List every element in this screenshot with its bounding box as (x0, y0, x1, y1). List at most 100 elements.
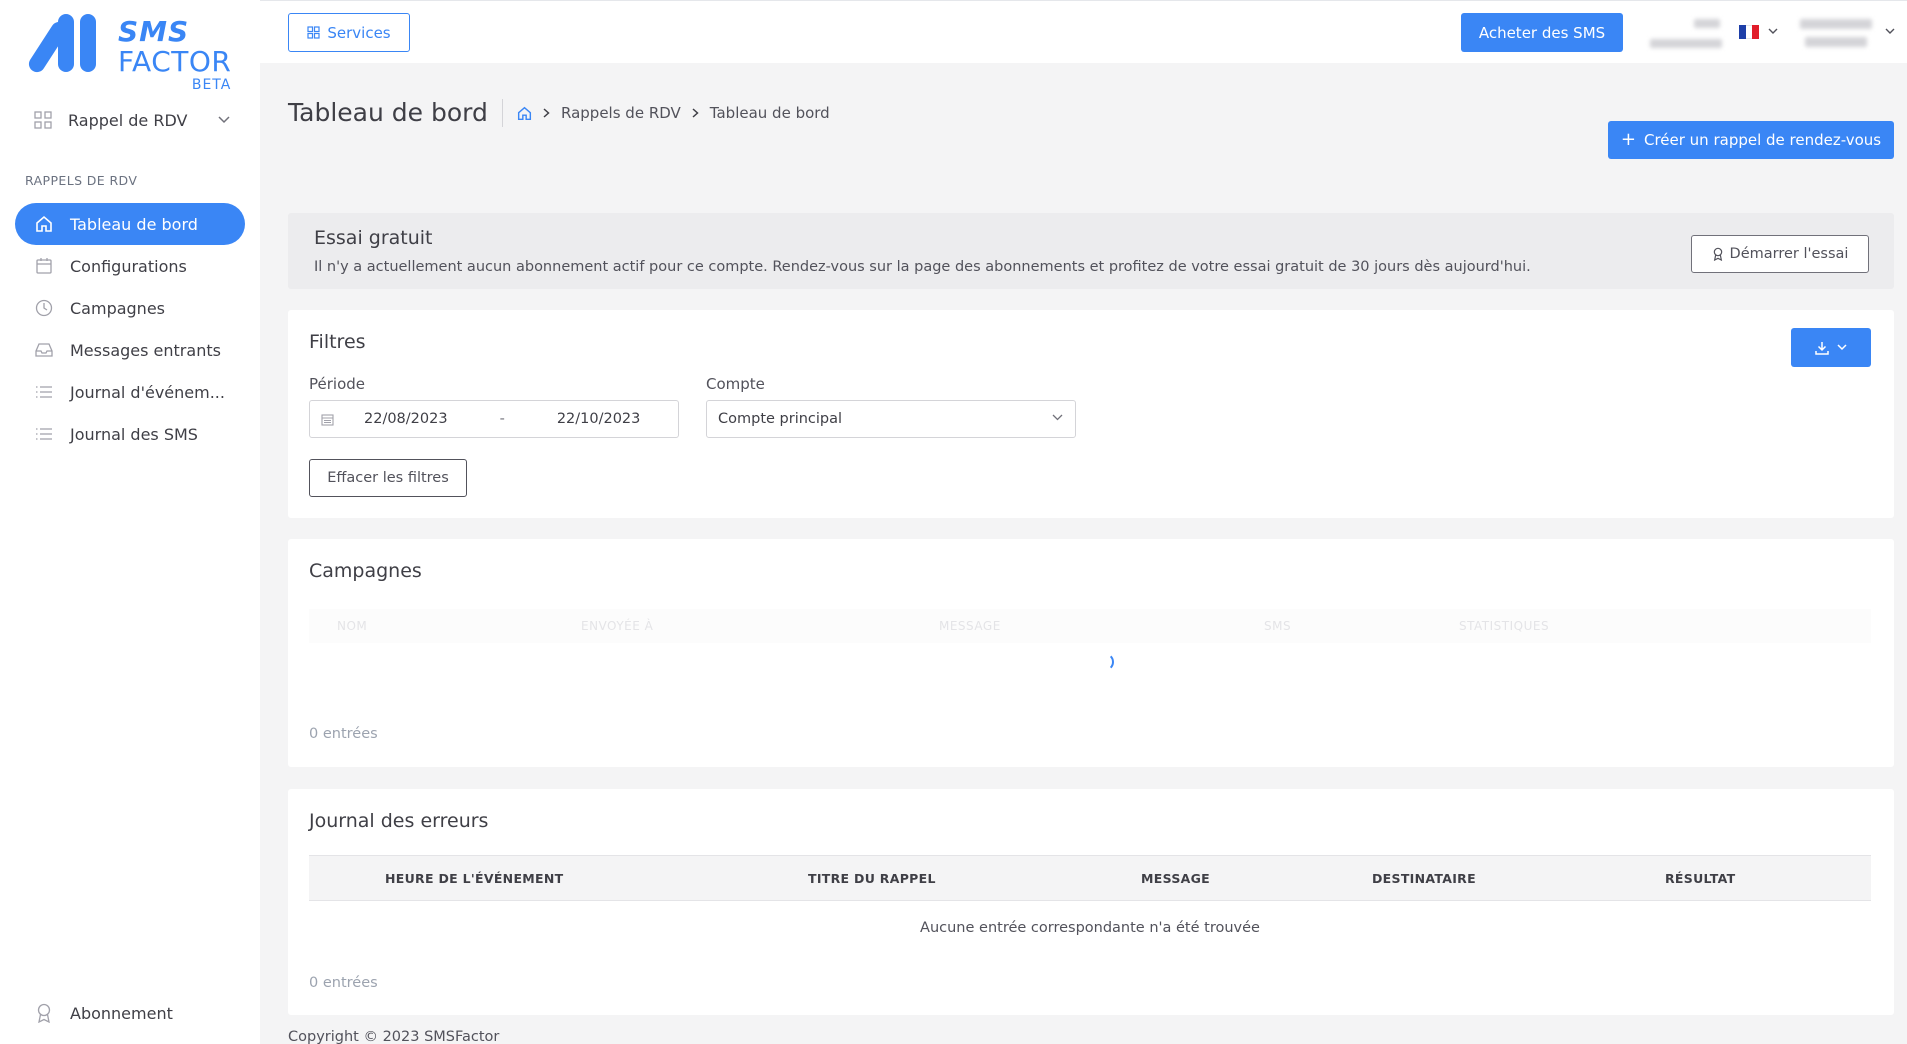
inbox-icon (34, 340, 54, 360)
free-trial-banner: Essai gratuit Il n'y a actuellement aucu… (288, 213, 1894, 289)
sidebar-item-label: Campagnes (70, 298, 165, 318)
campaigns-table-header: NOM ENVOYÉE À MESSAGE SMS STATISTIQUES (309, 609, 1871, 643)
logo-line-1: SMS (118, 15, 190, 48)
language-flag-icon[interactable] (1739, 25, 1760, 39)
breadcrumb-current: Tableau de bord (709, 104, 830, 122)
date-separator: - (499, 411, 505, 427)
header-divider (502, 99, 503, 127)
column-header-statistiques: STATISTIQUES (1459, 619, 1550, 633)
services-button[interactable]: Services (288, 13, 410, 52)
error-log-table-header: HEURE DE L'ÉVÉNEMENT TITRE DU RAPPEL MES… (309, 855, 1871, 901)
column-header-sms: SMS (1264, 619, 1292, 633)
logo-beta-tag: BETA (191, 77, 232, 93)
sidebar-nav: Tableau de bord Configurations Campagnes… (15, 203, 245, 455)
account-select-value: Compte principal (718, 411, 843, 427)
sidebar: SMS FACTOR BETA Rappel de RDV RAPPELS DE… (0, 0, 260, 1044)
sidebar-item-abonnement[interactable]: Abonnement (34, 998, 173, 1028)
list-icon (34, 382, 54, 402)
sidebar-section-title: RAPPELS DE RDV (25, 173, 138, 188)
chevron-right-icon (692, 108, 699, 118)
start-trial-label: Démarrer l'essai (1729, 246, 1849, 262)
clock-icon (34, 298, 54, 318)
sidebar-item-campagnes[interactable]: Campagnes (15, 287, 245, 329)
sidebar-item-label: Journal des SMS (70, 424, 198, 444)
copyright: Copyright © 2023 SMSFactor (288, 1029, 500, 1044)
award-icon (34, 1003, 54, 1023)
filters-card: Filtres Période 22/08/2023 - 22/10/2023 … (288, 310, 1894, 518)
module-selector-label: Rappel de RDV (68, 110, 188, 130)
home-icon (34, 214, 54, 234)
grid-icon (307, 26, 320, 39)
column-header-result[interactable]: RÉSULTAT (1665, 871, 1735, 886)
smsfactor-logo[interactable]: SMS FACTOR BETA (26, 12, 231, 92)
plus-icon: + (1620, 129, 1636, 150)
campaigns-entries-count: 0 entrées (309, 726, 378, 742)
sidebar-item-messages-entrants[interactable]: Messages entrants (15, 329, 245, 371)
logo-text: SMS FACTOR BETA (118, 15, 232, 93)
sidebar-item-label: Configurations (70, 256, 187, 276)
calendar-icon (34, 256, 54, 276)
trial-title: Essai gratuit (314, 227, 433, 249)
sidebar-item-label: Abonnement (70, 1003, 173, 1023)
sidebar-item-configurations[interactable]: Configurations (15, 245, 245, 287)
sidebar-item-label: Journal d'événem... (70, 382, 225, 402)
export-button[interactable] (1791, 328, 1871, 367)
sidebar-item-label: Tableau de bord (70, 214, 198, 234)
calendar-icon (321, 413, 334, 426)
user-name-redacted (1800, 19, 1872, 29)
grid-icon (34, 111, 52, 129)
sidebar-item-tableau-de-bord[interactable]: Tableau de bord (15, 203, 245, 245)
date-to: 22/10/2023 (556, 411, 641, 427)
services-button-label: Services (327, 23, 391, 42)
account-balance-redacted (1694, 19, 1720, 28)
account-select[interactable]: Compte principal (706, 400, 1076, 438)
award-icon (1712, 247, 1724, 261)
breadcrumb-home-icon[interactable] (517, 106, 532, 121)
error-log-table: HEURE DE L'ÉVÉNEMENT TITRE DU RAPPEL MES… (309, 855, 1871, 955)
chevron-down-icon (1837, 344, 1847, 351)
column-header-message: MESSAGE (939, 619, 1001, 633)
campaigns-card: Campagnes NOM ENVOYÉE À MESSAGE SMS STAT… (288, 539, 1894, 767)
chevron-down-icon (1052, 414, 1063, 421)
loading-spinner-icon (1096, 653, 1114, 671)
column-header-recipient[interactable]: DESTINATAIRE (1372, 871, 1476, 886)
error-log-title: Journal des erreurs (309, 810, 489, 832)
chevron-down-icon[interactable] (1768, 28, 1778, 35)
top-bar: Services Acheter des SMS (260, 0, 1907, 63)
clear-filters-button[interactable]: Effacer les filtres (309, 459, 467, 497)
account-balance-redacted-line (1650, 39, 1722, 48)
start-trial-button[interactable]: Démarrer l'essai (1691, 235, 1869, 273)
date-range-picker[interactable]: 22/08/2023 - 22/10/2023 (309, 400, 679, 438)
chevron-down-icon[interactable] (1885, 28, 1895, 35)
column-header-nom: NOM (337, 619, 368, 633)
column-header-reminder-title[interactable]: TITRE DU RAPPEL (808, 871, 936, 886)
error-log-entries-count: 0 entrées (309, 975, 378, 991)
logo-line-2: FACTOR (118, 45, 232, 78)
column-header-envoyee-a: ENVOYÉE À (581, 619, 654, 633)
create-reminder-label: Créer un rappel de rendez-vous (1643, 131, 1882, 149)
sidebar-item-journal-sms[interactable]: Journal des SMS (15, 413, 245, 455)
breadcrumb-rappels-de-rdv[interactable]: Rappels de RDV (561, 104, 681, 122)
period-label: Période (309, 375, 366, 393)
error-log-empty-message: Aucune entrée correspondante n'a été tro… (920, 920, 1260, 936)
page-title: Tableau de bord (288, 98, 488, 127)
column-header-message[interactable]: MESSAGE (1141, 871, 1210, 886)
chevron-down-icon (218, 116, 230, 124)
sidebar-item-label: Messages entrants (70, 340, 221, 360)
trial-text: Il n'y a actuellement aucun abonnement a… (314, 259, 1531, 275)
error-log-card: Journal des erreurs HEURE DE L'ÉVÉNEMENT… (288, 789, 1894, 1015)
date-from: 22/08/2023 (364, 411, 448, 427)
logo-mark-icon (28, 14, 96, 73)
breadcrumb: Rappels de RDV Tableau de bord (517, 93, 830, 133)
list-icon (34, 424, 54, 444)
user-email-redacted (1805, 37, 1867, 47)
campaigns-title: Campagnes (309, 560, 422, 582)
page-header: Tableau de bord Rappels de RDV Tableau d… (288, 93, 1894, 159)
create-reminder-button[interactable]: + Créer un rappel de rendez-vous (1608, 121, 1894, 159)
filters-title: Filtres (309, 331, 366, 353)
sidebar-item-journal-evenements[interactable]: Journal d'événem... (15, 371, 245, 413)
column-header-event-time[interactable]: HEURE DE L'ÉVÉNEMENT (385, 871, 563, 886)
buy-sms-button[interactable]: Acheter des SMS (1461, 13, 1623, 52)
chevron-right-icon (543, 108, 550, 118)
module-selector[interactable]: Rappel de RDV (34, 106, 230, 134)
